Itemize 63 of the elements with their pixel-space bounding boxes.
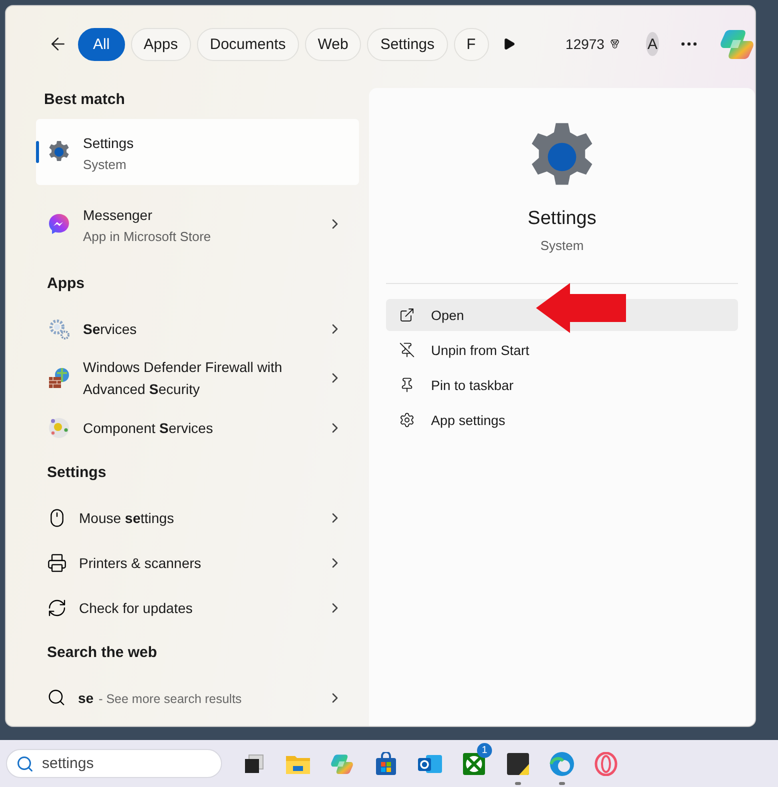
notification-badge: 1 (477, 742, 492, 758)
result-title: Mouse settings (79, 508, 175, 528)
section-heading: Apps (46, 274, 86, 294)
section-heading: Settings (46, 463, 108, 483)
opera-icon[interactable] (594, 752, 618, 776)
result-item[interactable]: se - See more search results (36, 675, 359, 720)
play-icon (502, 37, 516, 51)
result-title: Component Services (83, 418, 214, 438)
result-item[interactable]: Mouse settings (36, 495, 359, 540)
external-link-icon (399, 307, 415, 323)
result-item[interactable]: Windows Defender Firewall with Advanced Security (36, 351, 359, 405)
printer-icon (47, 552, 67, 572)
sticky-note-icon[interactable] (506, 752, 530, 776)
action-item[interactable]: Pin to taskbar (386, 369, 738, 401)
store-bag-icon[interactable] (374, 752, 398, 776)
refresh-icon (47, 598, 67, 618)
action-item[interactable]: Unpin from Start (386, 334, 738, 366)
search-icon (16, 755, 34, 773)
xbox-logo-icon[interactable] (462, 752, 486, 776)
result-item[interactable]: Check for updates (36, 585, 359, 630)
filter-tab[interactable]: Documents (196, 28, 299, 60)
result-title: Services (83, 320, 138, 338)
section-heading: Best match (43, 90, 126, 110)
gears-icon (47, 316, 71, 340)
edge-icon[interactable] (549, 750, 575, 776)
search-icon (47, 688, 66, 707)
result-hint: - See more search results (98, 692, 242, 706)
filter-tab[interactable]: Web (304, 28, 362, 60)
chat-bubble-icon (47, 212, 71, 236)
app-title: Settings (528, 208, 596, 230)
gear-icon (47, 140, 71, 164)
result-subtitle: System (83, 157, 128, 172)
result-subtitle: App in Microsoft Store (83, 229, 212, 244)
action-item[interactable]: App settings (386, 404, 738, 436)
result-item[interactable]: Printers & scanners (36, 540, 359, 585)
settings-icon (399, 412, 415, 428)
result-item[interactable]: Component Services (36, 405, 359, 450)
result-item[interactable]: Messenger App in Microsoft Store (36, 199, 359, 249)
app-subtitle: System (540, 238, 584, 253)
brick-wall-globe-icon (47, 366, 71, 390)
filter-tab[interactable]: Settings (367, 28, 448, 60)
filter-tab[interactable]: Apps (130, 28, 191, 60)
task-view-icon[interactable] (242, 752, 266, 776)
result-title: Messenger (83, 206, 154, 225)
section-heading: Search the web (46, 643, 158, 663)
result-item[interactable]: Settings System (36, 119, 359, 185)
component-icon (47, 416, 71, 440)
result-title: Windows Defender Firewall with Advanced Security (83, 358, 283, 399)
pin-icon (399, 377, 415, 393)
taskbar-search-field[interactable]: settings (6, 749, 222, 778)
taskbar-app[interactable]: 1 (458, 746, 490, 782)
filter-tab[interactable]: F (454, 28, 489, 60)
result-item[interactable]: Services (36, 306, 359, 351)
more-icon (681, 42, 697, 46)
filter-tab[interactable]: All (78, 28, 125, 60)
points-count: 12973 (566, 36, 604, 52)
result-title: Settings (83, 134, 135, 153)
result-title: Check for updates (79, 598, 194, 618)
result-title: se (78, 688, 94, 708)
result-title: Printers & scanners (79, 554, 202, 572)
account-avatar[interactable]: A (646, 32, 659, 56)
unpin-icon (399, 342, 415, 358)
copilot-app-icon (330, 752, 354, 776)
